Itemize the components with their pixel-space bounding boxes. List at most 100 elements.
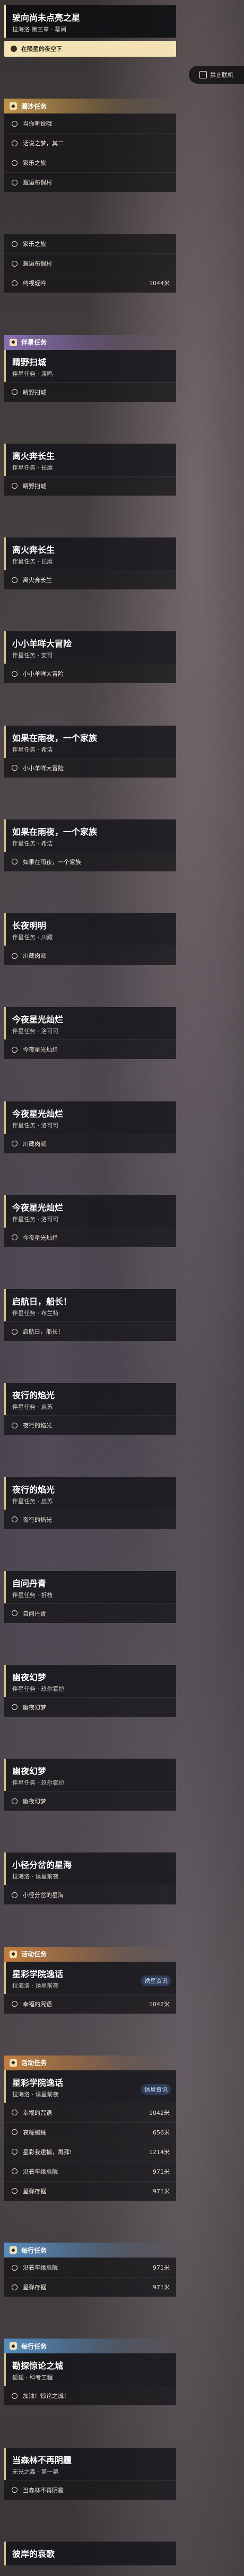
objective-label: 当森林不再阴霾 bbox=[23, 2486, 64, 2494]
quest-card[interactable]: 夜行的焰光 伴星任务 · 启苏 bbox=[4, 1383, 176, 1416]
objective-row[interactable]: 当你听说哦 bbox=[4, 113, 176, 134]
objective-distance: 1044米 bbox=[149, 280, 170, 287]
quest-card[interactable]: 当森林不再阴霾 无光之森 · 第一幕 bbox=[4, 2447, 176, 2480]
quest-type-icon: ◆ bbox=[10, 338, 17, 346]
objective-row[interactable]: 加油！惊论之城！ bbox=[4, 2386, 176, 2406]
objective-row[interactable]: 睛野扫城 bbox=[4, 382, 176, 402]
objective-label: 川藏肉派 bbox=[23, 1140, 46, 1148]
quest-section: ◆ 活动任务 星彩学院逸话 拉海洛 · 诱星前夜 诱星资讯 幸福的咒语 1042米 哀嚎蜘蛛 6… bbox=[0, 2055, 180, 2201]
quest-card[interactable]: 今夜星光灿烂 伴星任务 · 洛可可 bbox=[4, 1195, 176, 1228]
objective-row[interactable]: 幽夜幻梦 bbox=[4, 1697, 176, 1717]
objective-circle-icon bbox=[12, 1610, 18, 1617]
quest-section: 今夜星光灿烂 伴星任务 · 洛可可川藏肉派 bbox=[0, 1101, 180, 1153]
objective-row[interactable]: 星弹存据 971米 bbox=[4, 2181, 176, 2201]
objective-row[interactable]: 川藏肉派 bbox=[4, 946, 176, 966]
objective-label: 话说之梦，其二 bbox=[23, 140, 64, 147]
objective-row[interactable]: 小小羊咩大冒险 bbox=[4, 757, 176, 778]
objective-row[interactable]: 幽夜幻梦 bbox=[4, 1791, 176, 1811]
quest-card[interactable]: 如果在雨夜，一个家族 伴星任务 · 希洁 bbox=[4, 819, 176, 852]
quest-card[interactable]: 今夜星光灿烂 伴星任务 · 洛可可 bbox=[4, 1101, 176, 1134]
quest-subtitle: 伴星任务 · 洛可可 bbox=[12, 1215, 59, 1223]
objective-row[interactable]: 邂逅布偶村 bbox=[4, 253, 176, 274]
objective-row[interactable]: 川藏肉派 bbox=[4, 1133, 176, 1153]
quest-card[interactable]: 睛野扫城 伴星任务 · 渡鸣 bbox=[4, 349, 176, 382]
objective-label: 邂逅布偶村 bbox=[23, 179, 52, 187]
objective-row[interactable]: 幸福的咒语 1042米 bbox=[4, 1993, 176, 2014]
objective-label: 小径分岔的星海 bbox=[23, 1892, 64, 1899]
quest-card[interactable]: 如果在雨夜，一个家族 伴星任务 · 希洁 bbox=[4, 725, 176, 758]
quest-subtitle: 狐狐 · 科考工程 bbox=[12, 2374, 53, 2381]
objective-circle-icon bbox=[12, 2188, 18, 2194]
quest-card[interactable]: 星彩学院逸话 拉海洛 · 诱星前夜 诱星资讯 bbox=[4, 1961, 176, 1994]
event-info-badge[interactable]: 诱星资讯 bbox=[141, 2084, 171, 2095]
quest-subtitle: 伴星任务 · 洛可可 bbox=[12, 1028, 59, 1035]
objective-row[interactable]: 自问丹青 bbox=[4, 1603, 176, 1623]
objective-row[interactable]: 小小羊咩大冒险 bbox=[4, 664, 176, 684]
quest-card[interactable]: 离火奔长生 伴星任务 · 长鹰 bbox=[4, 443, 176, 476]
objective-row[interactable]: 睛野扫城 bbox=[4, 475, 176, 496]
objective-label: 幸福的咒语 bbox=[23, 2000, 52, 2008]
quest-card[interactable]: 小径分岔的星海 拉海洛 · 诱星前夜 bbox=[4, 1852, 176, 1885]
objective-row[interactable]: 当森林不再阴霾 bbox=[4, 2480, 176, 2500]
quest-card[interactable]: 幽夜幻梦 伴星任务 · 玖尔霍拉 bbox=[4, 1664, 176, 1697]
objective-circle-icon bbox=[12, 2168, 18, 2175]
quest-card[interactable]: 勘探惊论之城 狐狐 · 科考工程 bbox=[4, 2353, 176, 2386]
objective-circle-icon bbox=[12, 1798, 18, 1804]
disable-connection-button[interactable]: 禁止联机 bbox=[189, 66, 244, 84]
quest-title: 幽夜幻梦 bbox=[12, 1672, 47, 1682]
objective-label: 睛野扫城 bbox=[23, 389, 46, 396]
objective-circle-icon bbox=[12, 1046, 18, 1053]
objective-row[interactable]: 今夜星光灿烂 bbox=[4, 1227, 176, 1247]
objective-label: 加油！惊论之城！ bbox=[23, 2393, 69, 2400]
objective-row[interactable]: 小径分岔的星海 bbox=[4, 1885, 176, 1905]
objective-row[interactable]: 离火奔长生 bbox=[4, 570, 176, 590]
objective-row[interactable]: 话说之梦，其二 bbox=[4, 133, 176, 153]
objective-row[interactable]: 邂逅布偶村 bbox=[4, 172, 176, 192]
quest-title: 勘探惊论之城 bbox=[12, 2361, 64, 2371]
section-header: ◆ 伴星任务 bbox=[4, 334, 176, 350]
quest-subtitle: 伴星任务 · 安可 bbox=[12, 652, 53, 659]
quest-card[interactable]: 小小羊咩大冒险 伴星任务 · 安可 bbox=[4, 631, 176, 664]
quest-section: 如果在雨夜，一个家族 伴星任务 · 希洁 如果在雨夜，一个家族 bbox=[0, 819, 180, 871]
objective-circle-icon bbox=[12, 952, 18, 959]
objective-label: 启航日，船长！ bbox=[23, 1328, 64, 1336]
quest-card[interactable]: 夜行的焰光 伴星任务 · 启苏 bbox=[4, 1477, 176, 1510]
objective-label: 当你听说哦 bbox=[23, 120, 52, 128]
objective-row[interactable]: 夜行的焰光 bbox=[4, 1509, 176, 1529]
objective-row[interactable]: 幸福的咒语 1042米 bbox=[4, 2102, 176, 2122]
quest-title: 如果在雨夜，一个家族 bbox=[12, 826, 98, 837]
objective-row[interactable]: 家乐之旅 bbox=[4, 234, 176, 254]
quest-card[interactable]: 离火奔长生 伴星任务 · 长鹰 bbox=[4, 537, 176, 570]
objective-row[interactable]: 家乐之旅 bbox=[4, 153, 176, 173]
objective-row[interactable]: 哀嚎蜘蛛 656米 bbox=[4, 2122, 176, 2142]
quest-section: 家乐之旅 邂逅布偶村 终视轻吟 1044米 bbox=[0, 234, 180, 293]
objective-row[interactable]: 终视轻吟 1044米 bbox=[4, 273, 176, 293]
track-quest-button[interactable]: 在陨星的夜空下 bbox=[4, 41, 176, 57]
section-header-label: 每行任务 bbox=[21, 2246, 47, 2254]
objective-label: 沿着年缘启航 bbox=[23, 2264, 58, 2272]
quest-card[interactable]: 星彩学院逸话 拉海洛 · 诱星前夜 诱星资讯 bbox=[4, 2070, 176, 2103]
objective-row[interactable]: 沿着年缘启航 971米 bbox=[4, 2257, 176, 2278]
objective-row[interactable]: 启航日，船长！ bbox=[4, 1321, 176, 1342]
quest-card[interactable]: 彼岸的哀歌 bbox=[4, 2541, 176, 2565]
quest-card[interactable]: 长夜明明 伴星任务 · 川藏 bbox=[4, 913, 176, 946]
quest-card[interactable]: 驶向尚未点亮之星 拉海洛 第三章 · 幕间 bbox=[4, 5, 176, 38]
pin-icon bbox=[11, 46, 17, 52]
quest-type-icon: ◆ bbox=[10, 102, 17, 110]
quest-card[interactable]: 幽夜幻梦 伴星任务 · 玖尔霍拉 bbox=[4, 1759, 176, 1792]
objective-row[interactable]: 夜行的焰光 bbox=[4, 1415, 176, 1435]
quest-title: 离火奔长生 bbox=[12, 545, 55, 555]
objective-row[interactable]: 今夜星光灿烂 bbox=[4, 1039, 176, 1060]
quest-card[interactable]: 启航日，船长！ 伴星任务 · 布兰特 bbox=[4, 1289, 176, 1322]
objective-row[interactable]: 沿着年缘启航 971米 bbox=[4, 2161, 176, 2181]
objective-distance: 1042米 bbox=[149, 2109, 170, 2116]
quest-card[interactable]: 今夜星光灿烂 伴星任务 · 洛可可 bbox=[4, 1007, 176, 1040]
objective-circle-icon bbox=[12, 1516, 18, 1523]
objective-row[interactable]: 星弹存据 971米 bbox=[4, 2277, 176, 2297]
quest-card[interactable]: 自问丹青 伴星任务 · 折枝 bbox=[4, 1571, 176, 1603]
objective-row[interactable]: 如果在雨夜，一个家族 bbox=[4, 851, 176, 871]
objective-distance: 971米 bbox=[153, 2264, 170, 2272]
quest-section: ◆ 漏沙任务 当你听说哦 话说之梦，其二 家乐之旅 邂逅布偶村 bbox=[0, 99, 180, 192]
event-info-badge[interactable]: 诱星资讯 bbox=[141, 1975, 171, 1986]
objective-row[interactable]: 星彩我逮捕，再拜! 1214米 bbox=[4, 2141, 176, 2162]
